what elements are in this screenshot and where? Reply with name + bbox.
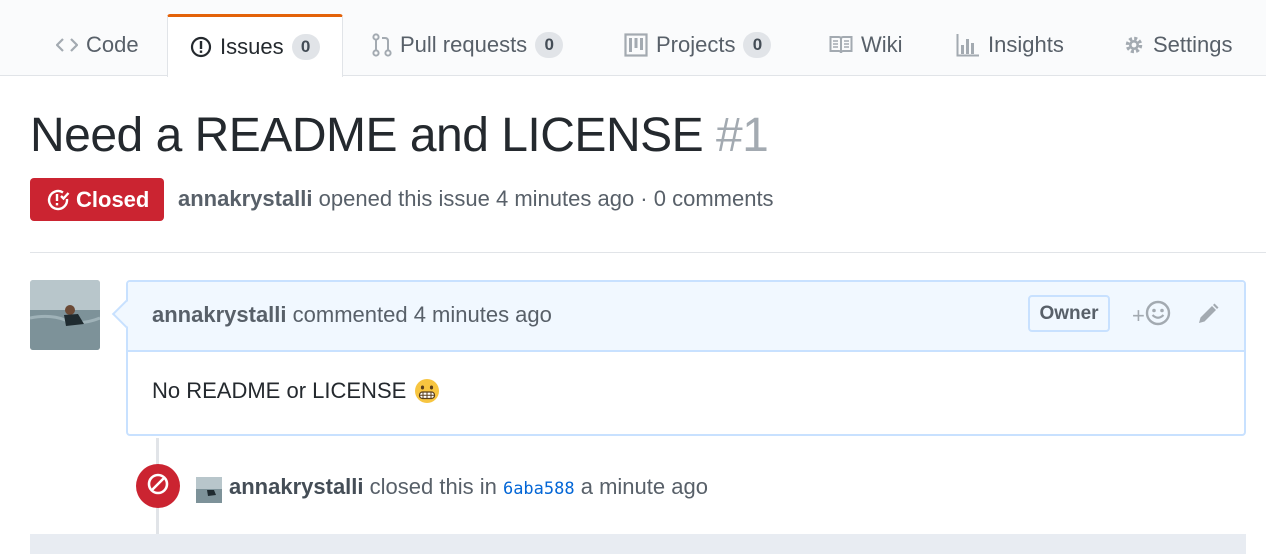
tab-pull-requests[interactable]: Pull requests 0 — [372, 14, 564, 76]
issue-meta-text: opened this issue 4 minutes ago · 0 comm… — [318, 186, 774, 211]
git-pull-request-icon — [372, 33, 392, 57]
tab-label: Issues — [220, 34, 284, 59]
tab-label: Insights — [988, 32, 1064, 57]
issue-title-text: Need a README and LICENSE — [30, 109, 704, 162]
comment-timestamp[interactable]: commented 4 minutes ago — [293, 302, 552, 327]
circle-slash-icon — [146, 472, 170, 501]
event-actor-link[interactable]: annakrystalli — [229, 474, 364, 499]
tab-label: Settings — [1153, 32, 1233, 57]
project-icon — [624, 33, 648, 57]
comment-body-text: No README or LICENSE — [152, 378, 407, 403]
tab-code[interactable]: Code — [56, 14, 139, 76]
commit-sha-link[interactable]: 6aba588 — [503, 479, 575, 499]
graph-icon — [956, 33, 980, 57]
timeline-footer — [30, 534, 1246, 554]
comment-meta: annakrystalli commented 4 minutes ago — [152, 302, 552, 328]
tab-label: Projects — [656, 32, 736, 57]
event-time[interactable]: a minute ago — [581, 474, 708, 499]
tab-label: Code — [86, 32, 139, 57]
issue-comment: annakrystalli commented 4 minutes ago Ow… — [126, 280, 1246, 436]
avatar[interactable] — [30, 280, 100, 350]
pull-requests-counter: 0 — [535, 32, 564, 58]
tab-insights[interactable]: Insights — [956, 14, 1064, 76]
event-actor-avatar[interactable] — [196, 477, 222, 503]
repo-nav-tabs: Code Issues 0 Pull requests 0 Projects 0… — [0, 0, 1266, 77]
smiley-icon — [1145, 300, 1171, 332]
comment-header: annakrystalli commented 4 minutes ago Ow… — [128, 282, 1244, 352]
tab-issues[interactable]: Issues 0 — [167, 14, 343, 77]
issues-counter: 0 — [291, 34, 320, 60]
issue-closed-icon — [46, 188, 70, 212]
edit-comment-button[interactable] — [1196, 302, 1220, 331]
grimacing-face-emoji — [414, 378, 440, 404]
comment-author-link[interactable]: annakrystalli — [152, 302, 287, 327]
event-action: closed this in — [369, 474, 497, 499]
pencil-icon — [1196, 303, 1220, 330]
issue-author-link[interactable]: annakrystalli — [178, 186, 313, 211]
issue-state-badge: Closed — [30, 178, 164, 221]
plus-sign: + — [1132, 303, 1145, 328]
projects-counter: 0 — [743, 32, 772, 58]
issue-title: Need a README and LICENSE #1 — [30, 108, 769, 163]
issue-opened-icon — [190, 36, 212, 58]
issue-state-label: Closed — [76, 186, 150, 212]
book-icon — [829, 35, 853, 55]
comment-body: No README or LICENSE — [152, 378, 440, 404]
owner-label: Owner — [1028, 295, 1110, 332]
tab-projects[interactable]: Projects 0 — [624, 14, 772, 76]
code-icon — [56, 36, 78, 54]
gear-icon — [1123, 34, 1145, 56]
tab-settings[interactable]: Settings — [1123, 14, 1233, 76]
tab-label: Wiki — [861, 32, 903, 57]
issue-meta: annakrystalli opened this issue 4 minute… — [178, 186, 774, 212]
issue-number: #1 — [715, 109, 769, 162]
header-divider — [30, 252, 1266, 253]
closed-event-text: annakrystalli closed this in 6aba588 a m… — [229, 474, 708, 500]
tab-label: Pull requests — [400, 32, 528, 57]
tab-wiki[interactable]: Wiki — [829, 14, 903, 76]
closed-event-badge — [136, 464, 180, 508]
add-reaction-button[interactable]: + — [1132, 300, 1171, 332]
